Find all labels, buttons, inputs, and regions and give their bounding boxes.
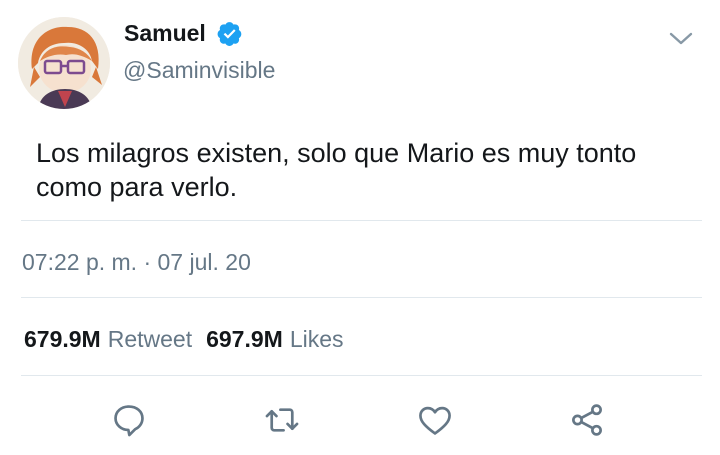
reply-button[interactable] [107,398,151,442]
verified-badge-icon [216,20,243,47]
author-handle[interactable]: @Saminvisible [123,57,275,84]
reply-icon [114,405,144,437]
chevron-down-icon[interactable] [668,30,694,48]
retweets-label[interactable]: Retweet [108,326,192,353]
tweet-text: Los milagros existen, solo que Mario es … [36,138,637,202]
likes-count[interactable]: 697.9M [206,326,283,353]
author-name-row: Samuel [124,20,243,47]
divider [21,220,702,221]
author-display-name[interactable]: Samuel [124,20,206,47]
share-icon [572,404,602,436]
share-button[interactable] [565,398,609,442]
retweets-count[interactable]: 679.9M [24,326,101,353]
heart-icon [419,406,451,435]
tweet-timestamp[interactable]: 07:22 p. m. · 07 jul. 20 [22,249,251,276]
like-button[interactable] [413,398,457,442]
retweet-button[interactable] [260,398,304,442]
likes-label[interactable]: Likes [290,326,344,353]
tweet-stats: 679.9M Retweet 697.9M Likes [24,326,358,353]
divider [21,375,702,376]
retweet-icon [265,408,299,432]
avatar[interactable] [18,17,110,109]
avatar-image [18,17,110,109]
divider [21,297,702,298]
